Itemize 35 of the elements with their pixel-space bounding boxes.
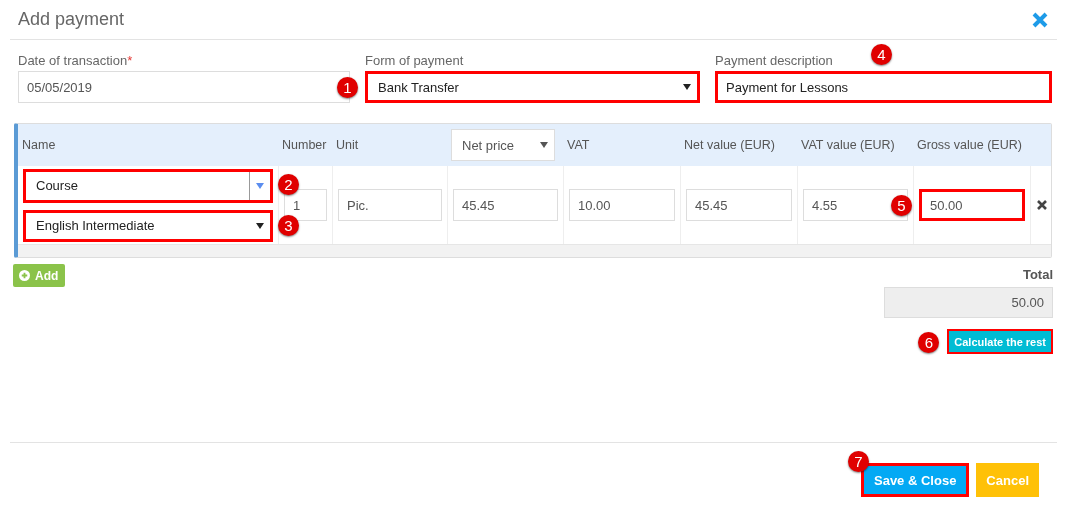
table-input[interactable]: 50.00 <box>919 189 1025 221</box>
payment-form-select[interactable]: Bank Transfer <box>365 71 700 103</box>
field-label: Payment description <box>715 53 833 68</box>
callout-badge: 7 <box>848 451 869 472</box>
caret-icon <box>540 142 548 148</box>
column-header: Unit <box>336 138 359 152</box>
table-input[interactable]: 1 <box>284 189 327 221</box>
table-input[interactable]: 10.00 <box>569 189 675 221</box>
plus-icon <box>19 270 30 281</box>
dialog-title: Add payment <box>18 9 125 30</box>
column-header: VAT <box>567 138 590 152</box>
caret-icon <box>256 182 264 189</box>
callout-badge: 6 <box>918 332 940 353</box>
column-header: VAT value (EUR) <box>801 138 895 152</box>
close-icon[interactable] <box>1032 11 1048 28</box>
caret-icon <box>256 222 264 229</box>
total-field: 50.00 <box>884 287 1053 318</box>
column-header: Number <box>282 138 327 152</box>
column-header: Net value (EUR) <box>684 138 775 152</box>
category-select[interactable]: Course <box>23 168 273 203</box>
product-select[interactable]: English Intermediate <box>23 209 273 242</box>
callout-badge: 2 <box>278 173 299 195</box>
field-label: Date of transaction* <box>18 53 133 68</box>
remove-icon[interactable] <box>1036 200 1047 210</box>
caret-icon <box>683 84 691 90</box>
price-type-select[interactable]: Net price <box>451 129 555 161</box>
text-field[interactable]: Payment for Lessons <box>715 71 1052 103</box>
callout-badge: 4 <box>871 44 892 65</box>
table-input[interactable]: 45.45 <box>453 189 558 221</box>
table-input[interactable]: 45.45 <box>686 189 792 221</box>
column-header: Gross value (EUR) <box>917 138 1022 152</box>
total-label: Total <box>1022 267 1053 282</box>
table-input[interactable]: Pic. <box>338 189 442 221</box>
field-label: Form of payment <box>365 53 464 68</box>
column-header: Name <box>22 138 56 152</box>
